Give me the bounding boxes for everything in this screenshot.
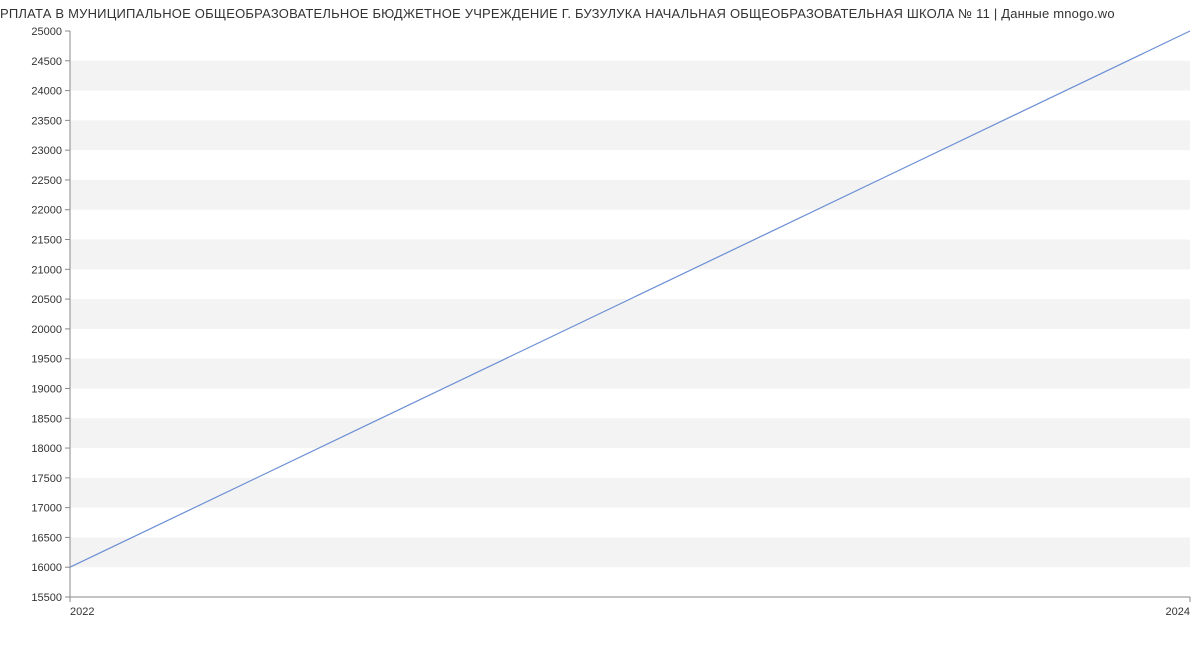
grid-band [70,120,1190,150]
y-tick-label: 20000 [31,324,62,336]
y-tick-label: 19500 [31,354,62,366]
y-tick-label: 16500 [31,532,62,544]
y-tick-label: 15500 [31,592,62,604]
x-tick-label: 2022 [70,606,94,618]
y-tick-label: 17000 [31,503,62,515]
y-tick-label: 23500 [31,115,62,127]
line-chart: 15500 16000 16500 17000 17500 18000 18500 19000… [0,25,1200,627]
y-tick-label: 24500 [31,56,62,68]
grid-band [70,240,1190,270]
y-tick-label: 21500 [31,235,62,247]
y-tick-label: 22000 [31,205,62,217]
y-tick-label: 17500 [31,473,62,485]
y-tick-label: 19000 [31,383,62,395]
grid-band [70,61,1190,91]
y-tick-label: 21000 [31,264,62,276]
grid-band [70,180,1190,210]
chart-title: РПЛАТА В МУНИЦИПАЛЬНОЕ ОБЩЕОБРАЗОВАТЕЛЬН… [0,0,1200,25]
grid-band [70,478,1190,508]
y-tick-label: 16000 [31,562,62,574]
y-tick-label: 23000 [31,145,62,157]
y-tick-label: 20500 [31,294,62,306]
y-tick-label: 18000 [31,443,62,455]
grid-band [70,537,1190,567]
y-tick-label: 25000 [31,26,62,38]
y-tick-label: 24000 [31,86,62,98]
grid-band [70,299,1190,329]
grid-band [70,359,1190,389]
y-tick-label: 18500 [31,413,62,425]
chart-area: 15500 16000 16500 17000 17500 18000 18500 19000… [0,25,1200,627]
y-tick-label: 22500 [31,175,62,187]
grid-band [70,418,1190,448]
x-tick-label: 2024 [1166,606,1190,618]
